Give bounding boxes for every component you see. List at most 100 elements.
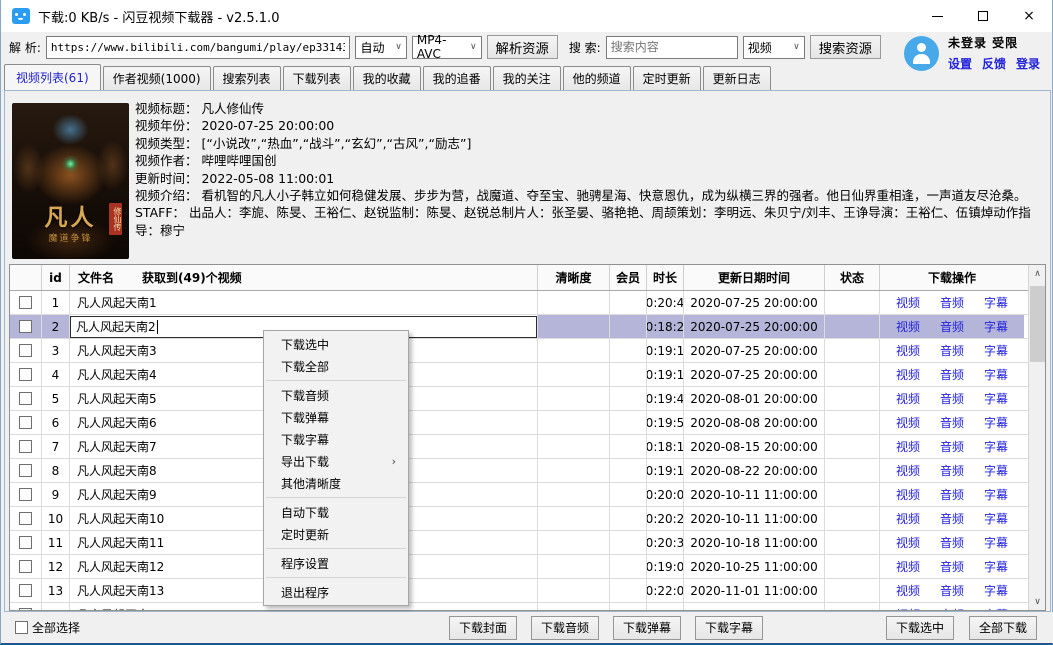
download-video-link[interactable]: 视频 <box>896 534 920 551</box>
select-all-control[interactable]: 全部选择 <box>15 619 80 636</box>
menu-item-download-audio[interactable]: 下载音频 <box>264 384 408 406</box>
row-checkbox[interactable] <box>19 488 32 501</box>
download-subtitle-link[interactable]: 字幕 <box>984 510 1008 527</box>
table-row[interactable]: 11凡人风起天南1100:20:342020-10-18 11:00:00视频音… <box>10 531 1028 555</box>
download-subtitle-link[interactable]: 字幕 <box>984 486 1008 503</box>
settings-link[interactable]: 设置 <box>948 55 972 72</box>
url-input[interactable] <box>46 36 351 59</box>
maximize-button[interactable] <box>960 0 1006 32</box>
download-subtitle-link[interactable]: 字幕 <box>984 390 1008 407</box>
format-select[interactable]: MP4-AVC ∨ <box>412 36 482 59</box>
select-all-checkbox[interactable] <box>15 621 28 634</box>
menu-item-auto-download[interactable]: 自动下载 <box>264 501 408 523</box>
table-row[interactable]: 9凡人风起天南900:20:082020-10-11 11:00:00视频音频字… <box>10 483 1028 507</box>
feedback-link[interactable]: 反馈 <box>982 55 1006 72</box>
menu-item-download-subtitle[interactable]: 下载字幕 <box>264 428 408 450</box>
table-row[interactable]: 7凡人风起天南700:18:142020-08-15 20:00:00视频音频字… <box>10 435 1028 459</box>
table-row[interactable]: 8凡人风起天南800:19:172020-08-22 20:00:00视频音频字… <box>10 459 1028 483</box>
search-resource-button[interactable]: 搜索资源 <box>810 35 881 59</box>
download-audio-button[interactable]: 下载音频 <box>531 616 599 640</box>
download-audio-link[interactable]: 音频 <box>940 366 964 383</box>
download-subtitle-button[interactable]: 下载字幕 <box>695 616 763 640</box>
download-video-link[interactable]: 视频 <box>896 486 920 503</box>
download-video-link[interactable]: 视频 <box>896 510 920 527</box>
download-audio-link[interactable]: 音频 <box>940 510 964 527</box>
download-video-link[interactable]: 视频 <box>896 558 920 575</box>
row-checkbox[interactable] <box>19 344 32 357</box>
download-video-link[interactable]: 视频 <box>896 606 920 611</box>
row-checkbox[interactable] <box>19 512 32 525</box>
menu-item-export-download[interactable]: 导出下载› <box>264 450 408 472</box>
close-button[interactable]: × <box>1006 0 1052 32</box>
table-row[interactable]: 3凡人风起天南300:19:162020-07-25 20:00:00视频音频字… <box>10 339 1028 363</box>
tab-my-bangumi[interactable]: 我的追番 <box>423 66 491 90</box>
download-subtitle-link[interactable]: 字幕 <box>984 318 1008 335</box>
row-checkbox[interactable] <box>19 416 32 429</box>
scrollbar-thumb[interactable] <box>1030 286 1045 362</box>
avatar[interactable] <box>904 36 939 71</box>
download-audio-link[interactable]: 音频 <box>940 342 964 359</box>
download-subtitle-link[interactable]: 字幕 <box>984 294 1008 311</box>
scroll-up-icon[interactable]: ∧ <box>1029 265 1046 282</box>
download-selected-button[interactable]: 下载选中 <box>886 616 954 640</box>
table-row[interactable]: 12凡人风起天南1200:19:092020-10-25 11:00:00视频音… <box>10 555 1028 579</box>
tab-scheduled-update[interactable]: 定时更新 <box>633 66 701 90</box>
download-danmaku-button[interactable]: 下载弹幕 <box>613 616 681 640</box>
row-checkbox[interactable] <box>19 464 32 477</box>
download-audio-link[interactable]: 音频 <box>940 534 964 551</box>
download-audio-link[interactable]: 音频 <box>940 606 964 611</box>
parse-resource-button[interactable]: 解析资源 <box>487 35 558 59</box>
download-video-link[interactable]: 视频 <box>896 342 920 359</box>
row-checkbox[interactable] <box>19 608 32 611</box>
row-checkbox[interactable] <box>19 584 32 597</box>
download-audio-link[interactable]: 音频 <box>940 462 964 479</box>
row-checkbox[interactable] <box>19 368 32 381</box>
mode-select[interactable]: 自动 ∨ <box>355 36 406 59</box>
download-subtitle-link[interactable]: 字幕 <box>984 438 1008 455</box>
row-checkbox[interactable] <box>19 296 32 309</box>
download-audio-link[interactable]: 音频 <box>940 558 964 575</box>
tab-video-list[interactable]: 视频列表(61) <box>4 64 101 90</box>
download-subtitle-link[interactable]: 字幕 <box>984 606 1008 611</box>
row-checkbox[interactable] <box>19 440 32 453</box>
download-subtitle-link[interactable]: 字幕 <box>984 462 1008 479</box>
download-audio-link[interactable]: 音频 <box>940 486 964 503</box>
download-video-link[interactable]: 视频 <box>896 462 920 479</box>
download-subtitle-link[interactable]: 字幕 <box>984 582 1008 599</box>
tab-changelog[interactable]: 更新日志 <box>703 66 771 90</box>
download-subtitle-link[interactable]: 字幕 <box>984 534 1008 551</box>
row-checkbox[interactable] <box>19 320 32 333</box>
download-subtitle-link[interactable]: 字幕 <box>984 414 1008 431</box>
minimize-button[interactable] <box>914 0 960 32</box>
menu-item-download-danmaku[interactable]: 下载弹幕 <box>264 406 408 428</box>
download-video-link[interactable]: 视频 <box>896 582 920 599</box>
tab-search-list[interactable]: 搜索列表 <box>213 66 281 90</box>
tab-his-channel[interactable]: 他的频道 <box>563 66 631 90</box>
download-audio-link[interactable]: 音频 <box>940 294 964 311</box>
tab-my-follows[interactable]: 我的关注 <box>493 66 561 90</box>
menu-item-download-selected[interactable]: 下载选中 <box>264 333 408 355</box>
search-input[interactable] <box>606 36 738 59</box>
download-audio-link[interactable]: 音频 <box>940 438 964 455</box>
download-video-link[interactable]: 视频 <box>896 318 920 335</box>
menu-item-exit-program[interactable]: 退出程序 <box>264 581 408 603</box>
menu-item-scheduled-update[interactable]: 定时更新 <box>264 523 408 545</box>
tab-author-videos[interactable]: 作者视频(1000) <box>103 66 211 90</box>
tab-my-favorites[interactable]: 我的收藏 <box>353 66 421 90</box>
row-checkbox[interactable] <box>19 392 32 405</box>
vertical-scrollbar[interactable]: ∧ ∨ <box>1028 265 1045 610</box>
login-link[interactable]: 登录 <box>1016 55 1040 72</box>
table-row[interactable]: 6凡人风起天南600:19:552020-08-08 20:00:00视频音频字… <box>10 411 1028 435</box>
download-subtitle-link[interactable]: 字幕 <box>984 366 1008 383</box>
download-video-link[interactable]: 视频 <box>896 390 920 407</box>
download-all-button[interactable]: 全部下载 <box>969 616 1037 640</box>
download-subtitle-link[interactable]: 字幕 <box>984 342 1008 359</box>
menu-item-program-settings[interactable]: 程序设置 <box>264 552 408 574</box>
download-audio-link[interactable]: 音频 <box>940 390 964 407</box>
download-audio-link[interactable]: 音频 <box>940 414 964 431</box>
table-row[interactable]: 14凡人风起天南1400:19:142020-11-08 11:00:00视频音… <box>10 603 1028 611</box>
file-name-cell[interactable]: 凡人风起天南1 <box>70 291 538 314</box>
table-row[interactable]: 2凡人风起天南200:18:222020-07-25 20:00:00视频音频字… <box>10 315 1028 339</box>
search-type-select[interactable]: 视频 ∨ <box>743 36 805 59</box>
row-checkbox[interactable] <box>19 536 32 549</box>
